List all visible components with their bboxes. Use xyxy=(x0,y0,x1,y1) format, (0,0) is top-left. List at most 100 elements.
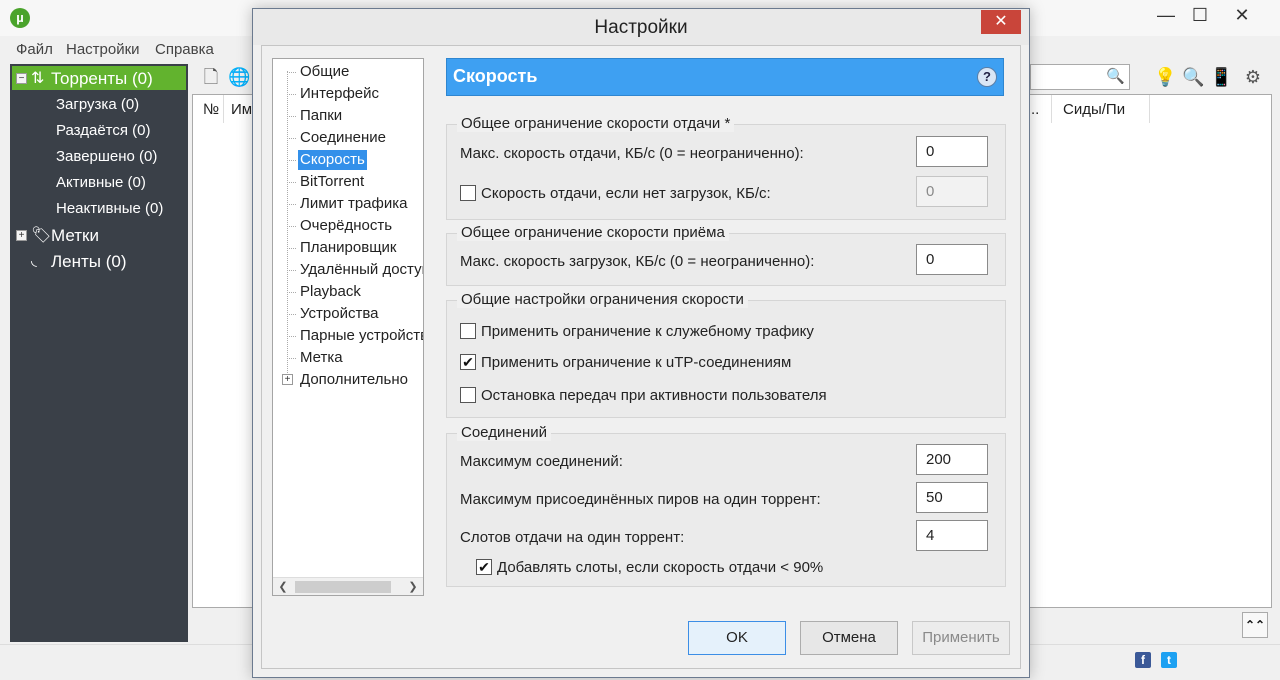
tree-item-speed[interactable]: Скорость xyxy=(298,150,367,170)
alt-upload-label: Скорость отдачи, если нет загрузок, КБ/с… xyxy=(481,185,771,202)
tree-item-bittorrent[interactable]: BitTorrent xyxy=(298,172,366,192)
collapse-icon[interactable]: − xyxy=(16,73,27,84)
overhead-limit-checkbox[interactable] xyxy=(460,323,476,339)
rss-icon: ◟ xyxy=(31,252,37,269)
scroll-right-icon[interactable]: ❯ xyxy=(405,578,421,595)
search-input[interactable]: 🔍 xyxy=(1030,64,1130,90)
add-torrent-icon[interactable]: 🗋 xyxy=(200,66,222,88)
search-icon: 🔍 xyxy=(1106,68,1125,85)
tree-item-remote[interactable]: Удалённый доступ xyxy=(298,260,423,280)
group-title: Соединений xyxy=(457,424,551,441)
add-slots-checkbox[interactable]: ✔ xyxy=(476,559,492,575)
facebook-icon[interactable]: f xyxy=(1135,652,1151,668)
utorrent-logo-icon: µ xyxy=(10,8,30,28)
max-peers-label: Максимум присоединённых пиров на один то… xyxy=(460,491,821,508)
column-separator xyxy=(1149,95,1150,123)
max-connections-input[interactable] xyxy=(916,444,988,475)
tree-dash xyxy=(287,182,296,183)
tree-item-paired-devices[interactable]: Парные устройства xyxy=(298,326,423,346)
tag-icon: 🏷 xyxy=(31,227,52,244)
twitter-icon[interactable]: t xyxy=(1161,652,1177,668)
transfer-arrows-icon: ⇅ xyxy=(31,70,45,87)
sidebar-item-feeds[interactable]: Ленты (0) xyxy=(51,252,127,272)
tree-dash xyxy=(287,292,296,293)
tree-item-devices[interactable]: Устройства xyxy=(298,304,380,324)
dialog-titlebar: Настройки ✕ xyxy=(253,9,1029,45)
connections-group: Соединений Максимум соединений: Максимум… xyxy=(446,424,1006,587)
column-separator xyxy=(1051,95,1052,123)
alt-upload-checkbox[interactable] xyxy=(460,185,476,201)
apply-button[interactable]: Применить xyxy=(912,621,1010,655)
upload-slots-input[interactable] xyxy=(916,520,988,551)
group-title: Общее ограничение скорости приёма xyxy=(457,224,729,241)
maximize-button[interactable]: ☐ xyxy=(1180,2,1220,30)
sidebar-item-inactive[interactable]: Неактивные (0) xyxy=(56,200,163,217)
panel-header: Скорость ? xyxy=(446,58,1004,96)
tree-item-general[interactable]: Общие xyxy=(298,62,351,82)
max-upload-label: Макс. скорость отдачи, КБ/с (0 = неогран… xyxy=(460,145,804,162)
remote-icon[interactable]: 📱 xyxy=(1210,66,1232,88)
menu-file[interactable]: Файл xyxy=(16,41,53,58)
expand-panel-button[interactable]: ⌃⌃ xyxy=(1242,612,1268,638)
tree-item-traffic-limit[interactable]: Лимит трафика xyxy=(298,194,409,214)
tree-expand-icon[interactable]: + xyxy=(282,374,293,385)
max-peers-input[interactable] xyxy=(916,482,988,513)
tree-dash xyxy=(287,358,296,359)
sidebar-item-active[interactable]: Активные (0) xyxy=(56,174,146,191)
settings-dialog: Настройки ✕ Общие Интерфейс Папки Соедин… xyxy=(252,8,1030,678)
bulb-icon[interactable]: 💡 xyxy=(1154,66,1176,88)
dialog-close-button[interactable]: ✕ xyxy=(981,10,1021,34)
max-connections-label: Максимум соединений: xyxy=(460,453,623,470)
tree-item-playback[interactable]: Playback xyxy=(298,282,363,302)
menu-help[interactable]: Справка xyxy=(155,41,214,58)
column-header-number[interactable]: № xyxy=(203,101,219,118)
sidebar-item-completed[interactable]: Завершено (0) xyxy=(56,148,157,165)
tree-item-label[interactable]: Метка xyxy=(298,348,345,368)
add-url-icon[interactable]: 🌐 xyxy=(228,66,250,88)
column-separator xyxy=(223,95,224,123)
scrollbar-thumb[interactable] xyxy=(295,581,391,593)
tree-dash xyxy=(287,116,296,117)
speed-limit-settings-group: Общие настройки ограничения скорости При… xyxy=(446,291,1006,418)
tree-dash xyxy=(287,94,296,95)
dialog-body: Общие Интерфейс Папки Соединение Скорост… xyxy=(261,45,1021,669)
ok-button[interactable]: OK xyxy=(688,621,786,655)
stop-on-activity-checkbox[interactable] xyxy=(460,387,476,403)
gear-icon[interactable]: ⚙ xyxy=(1242,66,1264,88)
column-header-name[interactable]: Им xyxy=(231,101,252,118)
sidebar-item-downloading[interactable]: Загрузка (0) xyxy=(56,96,139,113)
sidebar: − ⇅ Торренты (0) Загрузка (0) Раздаётся … xyxy=(10,64,188,642)
tree-item-advanced[interactable]: Дополнительно xyxy=(298,370,410,390)
tree-connector xyxy=(287,71,288,379)
cancel-button[interactable]: Отмена xyxy=(800,621,898,655)
max-download-label: Макс. скорость загрузок, КБ/с (0 = неогр… xyxy=(460,253,815,270)
tree-horizontal-scrollbar[interactable]: ❮ ❯ xyxy=(273,577,423,595)
group-title: Общее ограничение скорости отдачи * xyxy=(457,115,735,132)
tree-item-scheduler[interactable]: Планировщик xyxy=(298,238,398,258)
tree-item-interface[interactable]: Интерфейс xyxy=(298,84,381,104)
find-icon[interactable]: 🔍 xyxy=(1182,66,1204,88)
alt-upload-input[interactable] xyxy=(916,176,988,207)
menu-settings[interactable]: Настройки xyxy=(66,41,140,58)
upload-slots-label: Слотов отдачи на один торрент: xyxy=(460,529,685,546)
overhead-limit-label: Применить ограничение к служебному трафи… xyxy=(481,323,814,340)
download-limit-group: Общее ограничение скорости приёма Макс. … xyxy=(446,224,1006,286)
tree-item-connection[interactable]: Соединение xyxy=(298,128,388,148)
utp-limit-label: Применить ограничение к uTP-соединениям xyxy=(481,354,792,371)
sidebar-item-labels[interactable]: Метки xyxy=(51,226,99,246)
help-icon[interactable]: ? xyxy=(977,67,997,87)
column-header-partial[interactable]: .. xyxy=(1031,101,1039,118)
max-download-input[interactable] xyxy=(916,244,988,275)
tree-item-folders[interactable]: Папки xyxy=(298,106,344,126)
tree-dash xyxy=(287,204,296,205)
expand-icon[interactable]: + xyxy=(16,230,27,241)
tree-dash xyxy=(287,160,296,161)
close-button[interactable]: ✕ xyxy=(1222,2,1262,30)
tree-dash xyxy=(287,270,296,271)
max-upload-input[interactable] xyxy=(916,136,988,167)
tree-item-queueing[interactable]: Очерёдность xyxy=(298,216,394,236)
scroll-left-icon[interactable]: ❮ xyxy=(275,578,291,595)
utp-limit-checkbox[interactable]: ✔ xyxy=(460,354,476,370)
sidebar-item-seeding[interactable]: Раздаётся (0) xyxy=(56,122,151,139)
column-header-seeds[interactable]: Сиды/Пи xyxy=(1063,101,1125,118)
